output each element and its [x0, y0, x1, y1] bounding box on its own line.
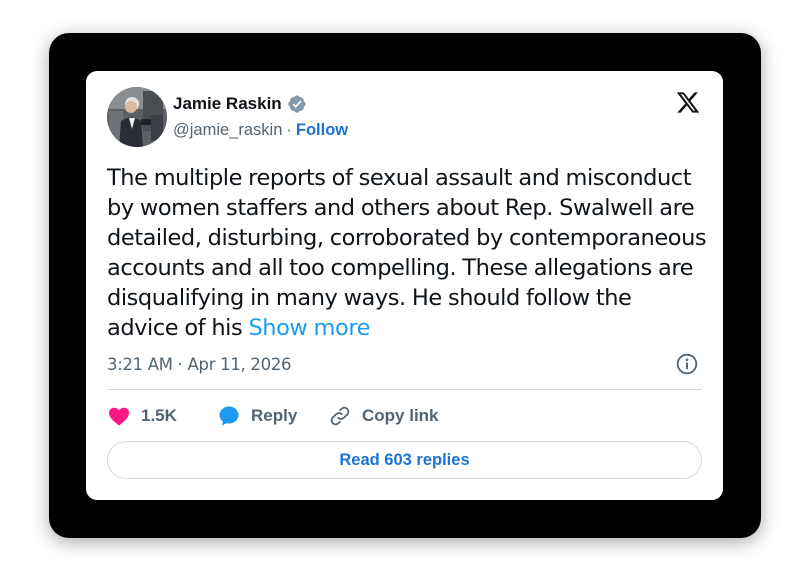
- author-handle[interactable]: @jamie_raskin: [173, 121, 282, 140]
- like-button[interactable]: 1.5K: [107, 404, 217, 428]
- link-icon: [330, 406, 350, 426]
- verified-badge-icon: [287, 94, 307, 114]
- tweet-card: Jamie Raskin @jamie_raskin · Follow The …: [86, 71, 723, 500]
- read-replies-button[interactable]: Read 603 replies: [107, 441, 702, 479]
- info-icon[interactable]: [675, 352, 699, 376]
- reply-label: Reply: [251, 406, 298, 425]
- tweet-text: The multiple reports of sexual assault a…: [107, 163, 707, 343]
- avatar[interactable]: [107, 87, 167, 147]
- heart-icon: [109, 407, 129, 426]
- copy-link-button[interactable]: Copy link: [328, 404, 439, 428]
- speech-bubble-icon: [219, 406, 239, 426]
- follow-button[interactable]: Follow: [296, 121, 348, 140]
- x-logo-icon[interactable]: [675, 90, 701, 115]
- author-name[interactable]: Jamie Raskin: [173, 94, 282, 114]
- tweet-timestamp[interactable]: 3:21 AM · Apr 11, 2026: [107, 355, 292, 374]
- read-replies-label: Read 603 replies: [339, 450, 470, 469]
- show-more-link[interactable]: Show more: [248, 315, 370, 341]
- handle-separator: ·: [286, 121, 292, 139]
- avatar-photo: [107, 87, 167, 147]
- like-count: 1.5K: [141, 406, 177, 425]
- tweet-body: The multiple reports of sexual assault a…: [107, 165, 707, 341]
- action-bar: 1.5K Reply Copy link: [107, 403, 439, 429]
- divider: [107, 389, 702, 390]
- author-name-row: Jamie Raskin: [173, 92, 307, 116]
- reply-button[interactable]: Reply: [217, 404, 328, 428]
- copy-link-label: Copy link: [362, 406, 439, 425]
- author-handle-row: @jamie_raskin · Follow: [173, 121, 348, 140]
